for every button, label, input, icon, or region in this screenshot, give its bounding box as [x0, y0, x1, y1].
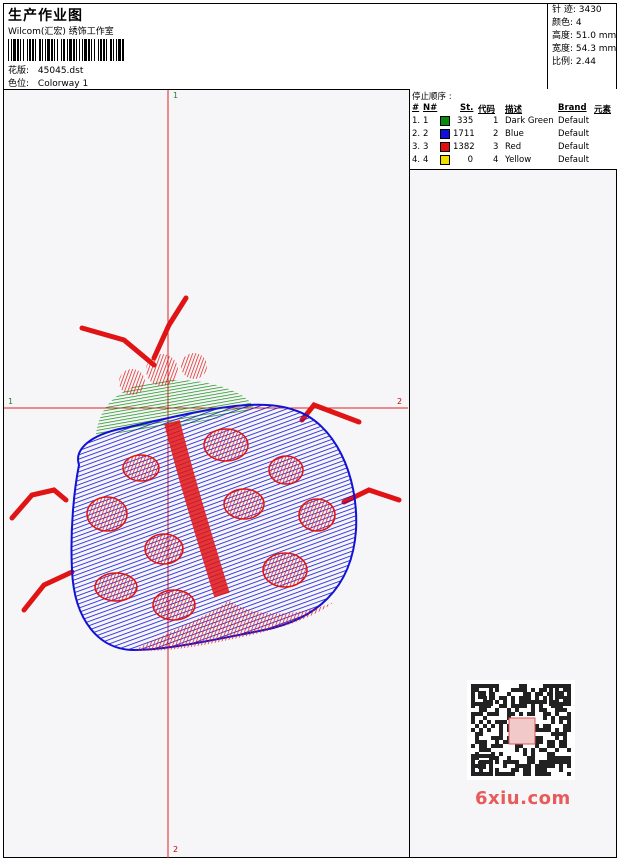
axis-bottom-label: 2	[173, 845, 179, 854]
stop-row: 3. 3 1382 3 Red Default	[412, 142, 590, 152]
stop-row: 1. 1 335 1 Dark Green Default	[412, 116, 590, 126]
column-divider	[409, 169, 410, 857]
color-swatch	[440, 155, 450, 165]
col-n: N#	[423, 103, 438, 113]
design-stats: 针 迹: 3430 颜色: 4 高度: 51.0 mm 宽度: 54.3 mm …	[547, 4, 617, 89]
barcode-image	[8, 39, 124, 61]
stop-sequence-panel: 停止顺序 : # N# St. 代码 描述 Brand 元素 1. 1 335 …	[409, 89, 617, 170]
watermark-text: 6xiu.com	[475, 788, 571, 809]
qr-center-stamp	[508, 717, 536, 745]
stat-width: 宽度: 54.3 mm	[552, 44, 617, 54]
color-swatch	[440, 129, 450, 139]
stat-colors: 颜色: 4	[552, 18, 582, 28]
stat-scale: 比例: 2.44	[552, 57, 596, 67]
ladybug-embroidery-image	[4, 90, 408, 858]
stop-row: 4. 4 0 4 Yellow Default	[412, 155, 590, 165]
company-name: Wilcom(汇宏) 绣饰工作室	[8, 27, 114, 37]
axis-top-label: 1	[173, 91, 179, 100]
col-element: 元素	[594, 105, 612, 115]
colorway-line: 色位: Colorway 1	[8, 79, 89, 89]
design-file-name: 45045.dst	[37, 66, 84, 76]
col-hash: #	[412, 103, 420, 113]
col-code: 代码	[478, 105, 496, 115]
header-panel: 生产作业图 Wilcom(汇宏) 绣饰工作室 花版: 45045.dst 色位:…	[4, 4, 616, 90]
design-preview: 1 2 1 2	[4, 90, 408, 858]
col-st: St.	[460, 103, 474, 113]
axis-right-label: 2	[397, 397, 403, 406]
color-swatch	[440, 142, 450, 152]
stat-stitches: 针 迹: 3430	[552, 5, 602, 15]
col-desc: 描述	[505, 105, 523, 115]
stop-row: 2. 2 1711 2 Blue Default	[412, 129, 590, 139]
colorway-name: Colorway 1	[37, 79, 89, 89]
design-file-line: 花版: 45045.dst	[8, 66, 84, 76]
stat-height: 高度: 51.0 mm	[552, 31, 617, 41]
page-title: 生产作业图	[8, 8, 83, 24]
axis-left-label: 1	[8, 397, 14, 406]
stop-sequence-title: 停止顺序 :	[412, 92, 452, 102]
col-brand: Brand	[558, 103, 587, 113]
qr-code-image	[467, 680, 575, 780]
color-swatch	[440, 116, 450, 126]
